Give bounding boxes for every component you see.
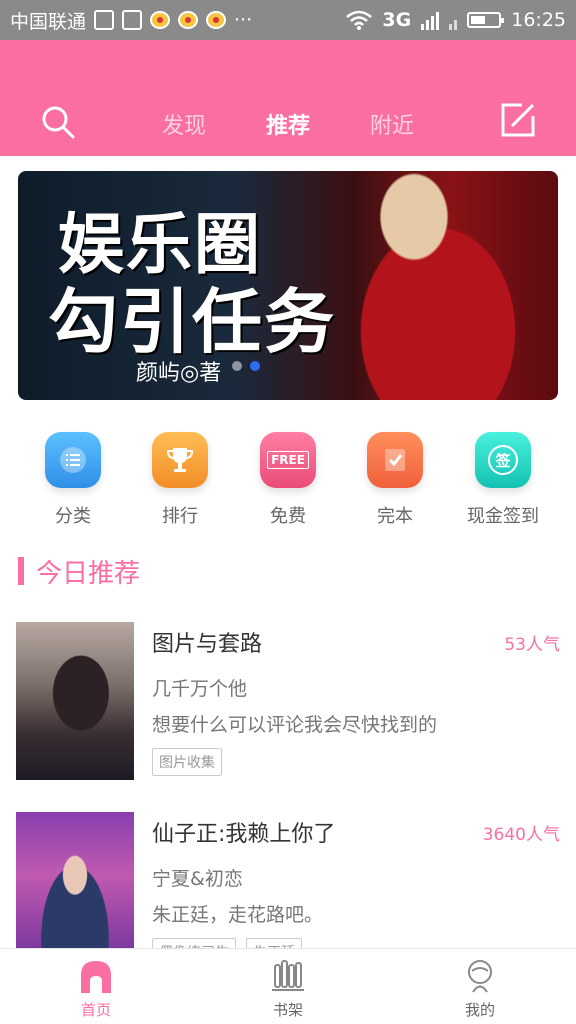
banner-carousel[interactable]: 娱乐圈 勾引任务 颜屿◎著 — [18, 171, 558, 400]
clock: 16:25 — [511, 9, 566, 31]
popularity-count: 53人气 — [504, 635, 560, 655]
battery-icon — [467, 12, 505, 28]
category-free[interactable]: FREE 免费 — [233, 432, 343, 528]
tab-recommend[interactable]: 推荐 — [266, 108, 310, 140]
tag-list: 图片收集 — [152, 748, 222, 776]
free-icon-text: FREE — [267, 451, 309, 469]
book-title[interactable]: 图片与套路 — [152, 626, 262, 658]
app-header: 发现 推荐 附近 — [0, 40, 576, 156]
checked-note-icon — [367, 432, 423, 488]
sim-icon — [94, 10, 115, 30]
home-icon — [81, 961, 111, 993]
tab-nearby[interactable]: 附近 — [370, 108, 414, 140]
banner-author: 颜屿◎著 — [136, 361, 222, 386]
popularity-count: 3640人气 — [482, 825, 560, 845]
more-notifications-icon: ··· — [234, 9, 253, 31]
carousel-dot-active[interactable] — [250, 361, 260, 371]
book-subtitle: 宁夏&初恋 — [152, 868, 243, 890]
banner-title-line2: 勾引任务 — [48, 280, 336, 363]
section-title: 今日推荐 — [36, 558, 141, 589]
book-description: 想要什么可以评论我会尽快找到的 — [152, 714, 438, 736]
nav-label: 我的 — [464, 1001, 495, 1019]
list-icon — [45, 432, 101, 488]
tab-discover[interactable]: 发现 — [162, 108, 206, 140]
carrier-label: 中国联通 — [10, 10, 87, 33]
nav-label: 首页 — [80, 1001, 111, 1019]
weibo-icon — [178, 11, 199, 29]
book-cover[interactable] — [16, 622, 134, 780]
category-label: 现金签到 — [467, 506, 539, 527]
book-tag[interactable]: 偶像练习生 — [152, 938, 236, 948]
section-accent-bar — [18, 557, 24, 585]
bookshelf-icon — [272, 960, 304, 991]
trophy-icon — [152, 432, 208, 488]
weibo-icon — [150, 11, 171, 29]
sign-in-icon-text: 签 — [488, 445, 518, 475]
nav-profile[interactable]: 我的 — [384, 949, 576, 1024]
category-completed[interactable]: 完本 — [340, 432, 450, 528]
wifi-icon — [346, 10, 373, 30]
image-notification-icon — [122, 10, 143, 30]
weibo-icon — [206, 11, 227, 29]
no-signal-icon — [449, 10, 458, 30]
book-subtitle: 几千万个他 — [152, 678, 248, 700]
book-card[interactable]: 图片与套路 53人气 几千万个他 想要什么可以评论我会尽快找到的 图片收集 — [16, 622, 560, 782]
book-tag[interactable]: 图片收集 — [152, 748, 222, 776]
carousel-dot[interactable] — [232, 361, 242, 371]
book-title[interactable]: 仙子正:我赖上你了 — [152, 816, 335, 848]
book-card[interactable]: 仙子正:我赖上你了 3640人气 宁夏&初恋 朱正廷，走花路吧。 偶像练习生 朱… — [16, 812, 560, 948]
tag-list: 偶像练习生 朱正廷 — [152, 938, 302, 948]
bottom-navigation: 首页 书架 我的 — [0, 948, 576, 1024]
network-type-label: 3G — [382, 9, 412, 31]
category-label: 完本 — [377, 506, 413, 527]
nav-label: 书架 — [272, 1001, 303, 1019]
category-cash-sign-in[interactable]: 签 现金签到 — [448, 432, 558, 528]
category-ranking[interactable]: 排行 — [125, 432, 235, 528]
category-label: 排行 — [162, 506, 198, 527]
free-icon: FREE — [260, 432, 316, 488]
book-tag[interactable]: 朱正廷 — [246, 938, 302, 948]
category-classify[interactable]: 分类 — [18, 432, 128, 528]
nav-home[interactable]: 首页 — [0, 949, 192, 1024]
profile-icon — [468, 960, 492, 993]
carousel-indicator — [232, 361, 260, 371]
status-bar: 中国联通 ··· 3G 16:25 — [0, 0, 576, 40]
search-icon[interactable] — [40, 104, 76, 140]
nav-bookshelf[interactable]: 书架 — [192, 949, 384, 1024]
category-label: 免费 — [270, 506, 306, 527]
book-description: 朱正廷，走花路吧。 — [152, 904, 324, 926]
book-cover[interactable] — [16, 812, 134, 948]
banner-image — [318, 171, 558, 400]
section-header-today: 今日推荐 — [18, 555, 141, 589]
signal-icon — [421, 10, 440, 30]
edit-icon[interactable] — [500, 102, 536, 138]
category-label: 分类 — [55, 506, 91, 527]
sign-in-icon: 签 — [475, 432, 531, 488]
